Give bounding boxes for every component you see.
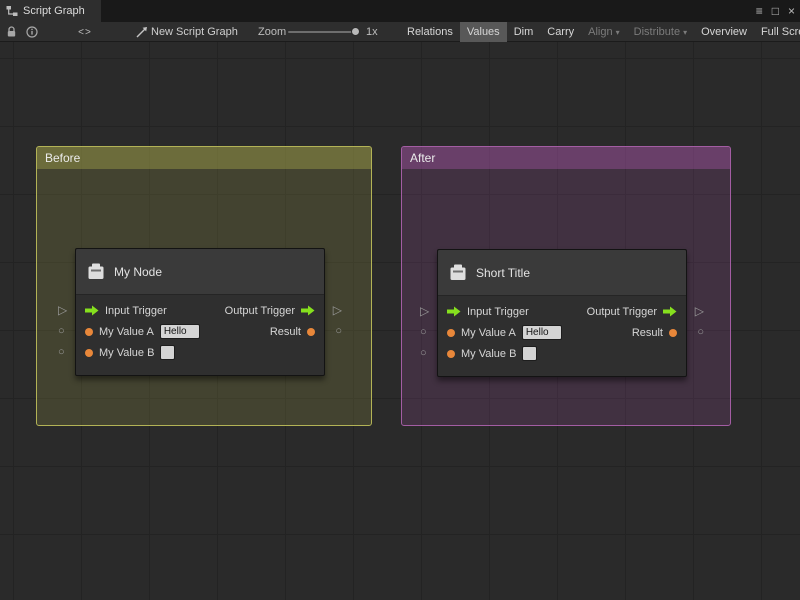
close-icon[interactable]: ×	[788, 5, 795, 17]
flow-output-icon[interactable]	[663, 306, 677, 317]
group-before-header[interactable]: Before	[37, 147, 371, 169]
group-after-title: After	[410, 151, 435, 165]
info-icon[interactable]	[26, 22, 38, 42]
window-controls: ≡ □ ×	[756, 0, 795, 22]
node-body: Input Trigger Output Trigger My Value A	[438, 296, 686, 376]
flow-output-port[interactable]: ▷	[333, 304, 342, 316]
values-button[interactable]: Values	[460, 22, 507, 42]
script-graph-asset-icon	[136, 22, 148, 42]
value-b-label: My Value B	[461, 348, 516, 360]
chevron-down-icon: ▾	[683, 28, 687, 37]
zoom-slider[interactable]	[288, 22, 358, 42]
result-label: Result	[270, 326, 301, 338]
value-a-label: My Value A	[99, 326, 154, 338]
flow-output-icon[interactable]	[301, 305, 315, 316]
group-after-header[interactable]: After	[402, 147, 730, 169]
code-icon[interactable]: <>	[70, 22, 100, 42]
zoom-slider-knob[interactable]	[351, 27, 360, 36]
align-button[interactable]: Align▾	[581, 22, 626, 42]
toolbar-buttons: Relations Values Dim Carry Align▾ Distri…	[400, 22, 800, 42]
result-output-icon[interactable]	[307, 328, 315, 336]
zoom-slider-track[interactable]	[288, 31, 358, 33]
output-trigger-label: Output Trigger	[587, 306, 657, 318]
value-b-label: My Value B	[99, 347, 154, 359]
flow-input-icon[interactable]	[85, 305, 99, 316]
value-input-a-icon[interactable]	[447, 329, 455, 337]
node-title: Short Title	[476, 266, 530, 280]
unit-icon	[449, 264, 467, 281]
unit-icon	[87, 263, 105, 280]
value-a-field[interactable]	[160, 324, 200, 339]
node-row-value-a: My Value A Result	[76, 321, 324, 342]
value-b-field[interactable]	[160, 345, 175, 360]
maximize-icon[interactable]: □	[772, 5, 779, 17]
result-label: Result	[632, 327, 663, 339]
lock-icon[interactable]	[6, 22, 17, 42]
node-body: Input Trigger Output Trigger My Value A	[76, 295, 324, 375]
zoom-label: Zoom	[258, 22, 286, 42]
graph-name-label: New Script Graph	[151, 22, 238, 42]
node-row-trigger: Input Trigger Output Trigger	[438, 301, 686, 322]
flow-input-icon[interactable]	[447, 306, 461, 317]
flow-output-port[interactable]: ▷	[695, 305, 704, 317]
node-header[interactable]: Short Title	[438, 250, 686, 296]
chevron-down-icon: ▾	[616, 28, 620, 37]
tab-title: Script Graph	[23, 5, 85, 17]
value-a-label: My Value A	[461, 327, 516, 339]
value-input-port-b[interactable]: ○	[420, 348, 427, 359]
node-title: My Node	[114, 265, 162, 279]
graph-icon	[6, 5, 18, 17]
node-my-node[interactable]: My Node Input Trigger Output Trigger	[75, 248, 325, 376]
group-before-title: Before	[45, 151, 80, 165]
input-trigger-label: Input Trigger	[467, 306, 529, 318]
value-input-port-a[interactable]: ○	[58, 326, 65, 337]
node-short-title[interactable]: Short Title Input Trigger Output Trigger	[437, 249, 687, 377]
value-output-port[interactable]: ○	[335, 326, 342, 337]
value-b-field[interactable]	[522, 346, 537, 361]
value-a-field[interactable]	[522, 325, 562, 340]
fullscreen-button[interactable]: Full Screen	[754, 22, 800, 42]
output-trigger-label: Output Trigger	[225, 305, 295, 317]
tab-script-graph[interactable]: Script Graph	[0, 0, 101, 22]
value-input-port-b[interactable]: ○	[58, 347, 65, 358]
tab-bar: Script Graph ≡ □ ×	[0, 0, 800, 22]
node-header[interactable]: My Node	[76, 249, 324, 295]
node-row-trigger: Input Trigger Output Trigger	[76, 300, 324, 321]
distribute-button[interactable]: Distribute▾	[627, 22, 694, 42]
flow-input-port[interactable]: ▷	[58, 304, 67, 316]
result-output-icon[interactable]	[669, 329, 677, 337]
node-row-value-b: My Value B	[76, 342, 324, 363]
value-input-a-icon[interactable]	[85, 328, 93, 336]
flow-input-port[interactable]: ▷	[420, 305, 429, 317]
relations-button[interactable]: Relations	[400, 22, 460, 42]
value-output-port[interactable]: ○	[697, 327, 704, 338]
carry-button[interactable]: Carry	[540, 22, 581, 42]
input-trigger-label: Input Trigger	[105, 305, 167, 317]
zoom-value: 1x	[366, 22, 378, 42]
graph-canvas[interactable]: Before After My Node	[0, 42, 800, 600]
value-input-b-icon[interactable]	[85, 349, 93, 357]
window-menu-icon[interactable]: ≡	[756, 5, 763, 17]
node-row-value-a: My Value A Result	[438, 322, 686, 343]
toolbar: <> New Script Graph Zoom 1x Relations Va…	[0, 22, 800, 42]
value-input-b-icon[interactable]	[447, 350, 455, 358]
script-graph-window: Script Graph ≡ □ × <>	[0, 0, 800, 600]
node-row-value-b: My Value B	[438, 343, 686, 364]
dim-button[interactable]: Dim	[507, 22, 541, 42]
overview-button[interactable]: Overview	[694, 22, 754, 42]
value-input-port-a[interactable]: ○	[420, 327, 427, 338]
